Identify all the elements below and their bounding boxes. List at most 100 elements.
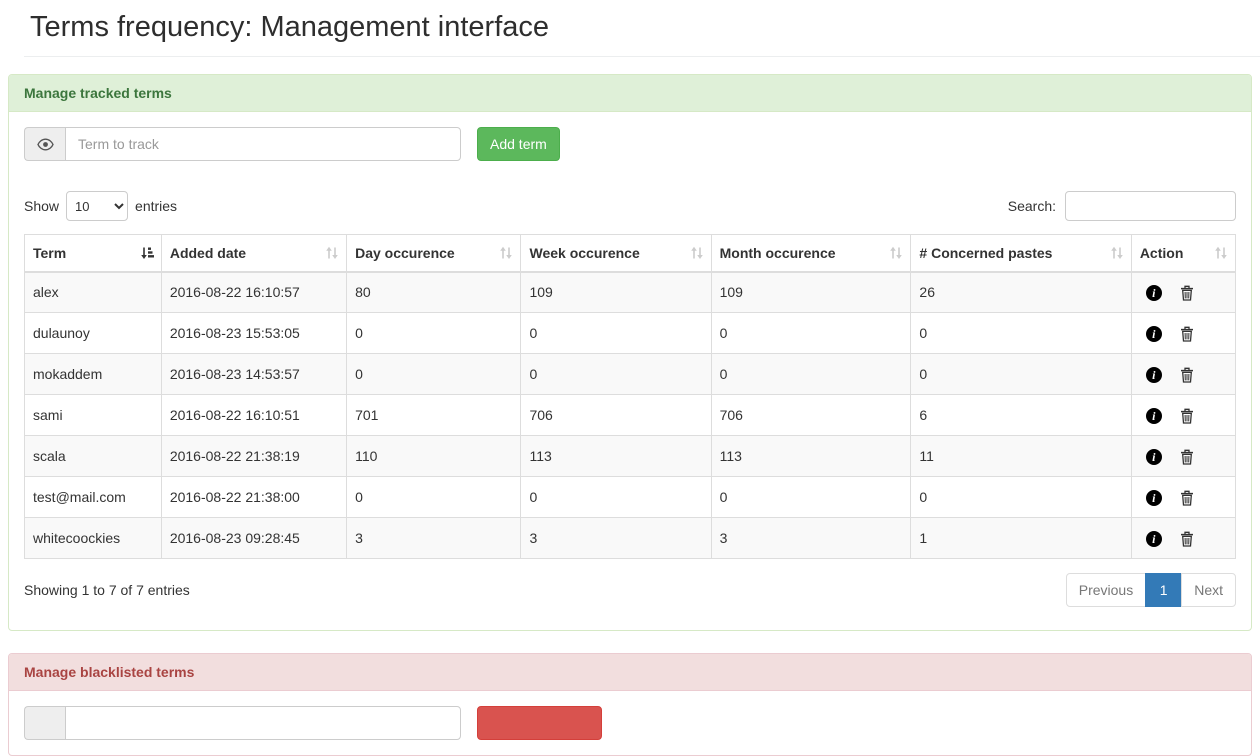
blacklist-panel-body — [9, 691, 1251, 755]
cell-month: 109 — [711, 272, 911, 313]
table-row: test@mail.com 2016-08-22 21:38:00 0 0 0 … — [25, 477, 1236, 518]
cell-week: 0 — [521, 354, 711, 395]
search-input[interactable] — [1065, 191, 1236, 221]
tracked-panel-heading: Manage tracked terms — [9, 75, 1251, 112]
table-footer-row: Showing 1 to 7 of 7 entries Previous 1 N… — [24, 573, 1236, 615]
info-icon[interactable] — [1146, 531, 1162, 547]
trash-icon[interactable] — [1180, 285, 1194, 301]
cell-action — [1131, 272, 1235, 313]
cell-pastes: 0 — [911, 313, 1131, 354]
pagination: Previous 1 Next — [1066, 573, 1236, 607]
pagination-next[interactable]: Next — [1181, 573, 1236, 607]
trash-icon[interactable] — [1180, 326, 1194, 342]
cell-term: scala — [25, 436, 162, 477]
cell-action — [1131, 313, 1235, 354]
cell-term: alex — [25, 272, 162, 313]
add-blacklist-button[interactable] — [477, 706, 602, 740]
cell-pastes: 26 — [911, 272, 1131, 313]
cell-action — [1131, 395, 1235, 436]
cell-action — [1131, 354, 1235, 395]
cell-added-date: 2016-08-22 16:10:57 — [161, 272, 346, 313]
table-header-row: Term — [25, 235, 1236, 272]
table-row: alex 2016-08-22 16:10:57 80 109 109 26 — [25, 272, 1236, 313]
table-controls-row: Show 10 entries Search: — [24, 191, 1236, 221]
trash-icon[interactable] — [1180, 531, 1194, 547]
search-label: Search: — [1008, 198, 1056, 214]
sort-both-icon — [499, 246, 513, 260]
show-label: Show — [24, 198, 59, 214]
table-row: whitecoockies 2016-08-23 09:28:45 3 3 3 … — [25, 518, 1236, 559]
tracked-terms-panel: Manage tracked terms Add term — [8, 74, 1252, 631]
cell-day: 110 — [347, 436, 521, 477]
column-header-day-occurence[interactable]: Day occurence — [347, 235, 521, 272]
column-header-week-occurence[interactable]: Week occurence — [521, 235, 711, 272]
trash-icon[interactable] — [1180, 367, 1194, 383]
info-icon[interactable] — [1146, 449, 1162, 465]
cell-week: 113 — [521, 436, 711, 477]
blacklist-panel-heading: Manage blacklisted terms — [9, 654, 1251, 691]
eye-icon — [37, 138, 54, 151]
table-row: sami 2016-08-22 16:10:51 701 706 706 6 — [25, 395, 1236, 436]
table-row: scala 2016-08-22 21:38:19 110 113 113 11 — [25, 436, 1236, 477]
sort-both-icon — [325, 246, 339, 260]
cell-pastes: 11 — [911, 436, 1131, 477]
blacklist-input-addon — [24, 706, 65, 740]
cell-term: sami — [25, 395, 162, 436]
cell-week: 0 — [521, 313, 711, 354]
tracked-panel-body: Add term Show 10 entries Search: — [9, 112, 1251, 630]
page-root: Terms frequency: Management interface Ma… — [0, 11, 1260, 756]
cell-week: 0 — [521, 477, 711, 518]
sort-both-icon — [690, 246, 704, 260]
cell-action — [1131, 518, 1235, 559]
column-header-term[interactable]: Term — [25, 235, 162, 272]
table-row: mokaddem 2016-08-23 14:53:57 0 0 0 0 — [25, 354, 1236, 395]
info-icon[interactable] — [1146, 408, 1162, 424]
cell-pastes: 6 — [911, 395, 1131, 436]
blacklisted-terms-panel: Manage blacklisted terms — [8, 653, 1252, 756]
cell-month: 706 — [711, 395, 911, 436]
info-icon[interactable] — [1146, 285, 1162, 301]
cell-month: 113 — [711, 436, 911, 477]
cell-action — [1131, 436, 1235, 477]
table-row: dulaunoy 2016-08-23 15:53:05 0 0 0 0 — [25, 313, 1236, 354]
column-header-concerned-pastes[interactable]: # Concerned pastes — [911, 235, 1131, 272]
cell-added-date: 2016-08-22 16:10:51 — [161, 395, 346, 436]
term-input-addon — [24, 127, 65, 161]
sort-both-icon — [1110, 246, 1124, 260]
sort-both-icon — [1214, 246, 1228, 260]
add-term-button[interactable]: Add term — [477, 127, 560, 161]
column-header-month-occurence[interactable]: Month occurence — [711, 235, 911, 272]
pagination-page-1[interactable]: 1 — [1145, 573, 1182, 607]
trash-icon[interactable] — [1180, 449, 1194, 465]
tracked-terms-table: Term — [24, 234, 1236, 559]
column-header-added-date[interactable]: Added date — [161, 235, 346, 272]
cell-added-date: 2016-08-23 14:53:57 — [161, 354, 346, 395]
cell-month: 3 — [711, 518, 911, 559]
cell-week: 109 — [521, 272, 711, 313]
cell-week: 3 — [521, 518, 711, 559]
cell-day: 0 — [347, 313, 521, 354]
info-icon[interactable] — [1146, 326, 1162, 342]
pagination-previous[interactable]: Previous — [1066, 573, 1146, 607]
sort-ascending-icon — [140, 246, 154, 260]
info-icon[interactable] — [1146, 367, 1162, 383]
blacklist-term-input[interactable] — [65, 706, 461, 740]
trash-icon[interactable] — [1180, 408, 1194, 424]
title-divider — [24, 56, 1260, 57]
info-icon[interactable] — [1146, 490, 1162, 506]
cell-term: test@mail.com — [25, 477, 162, 518]
trash-icon[interactable] — [1180, 490, 1194, 506]
term-input-group — [24, 127, 461, 161]
cell-day: 0 — [347, 477, 521, 518]
length-control: Show 10 entries — [24, 191, 177, 221]
cell-week: 706 — [521, 395, 711, 436]
cell-pastes: 1 — [911, 518, 1131, 559]
column-header-action[interactable]: Action — [1131, 235, 1235, 272]
page-length-select[interactable]: 10 — [66, 191, 128, 221]
cell-added-date: 2016-08-22 21:38:00 — [161, 477, 346, 518]
search-control: Search: — [1008, 191, 1236, 221]
table-summary: Showing 1 to 7 of 7 entries — [24, 582, 190, 598]
cell-day: 80 — [347, 272, 521, 313]
cell-day: 3 — [347, 518, 521, 559]
term-input[interactable] — [65, 127, 461, 161]
